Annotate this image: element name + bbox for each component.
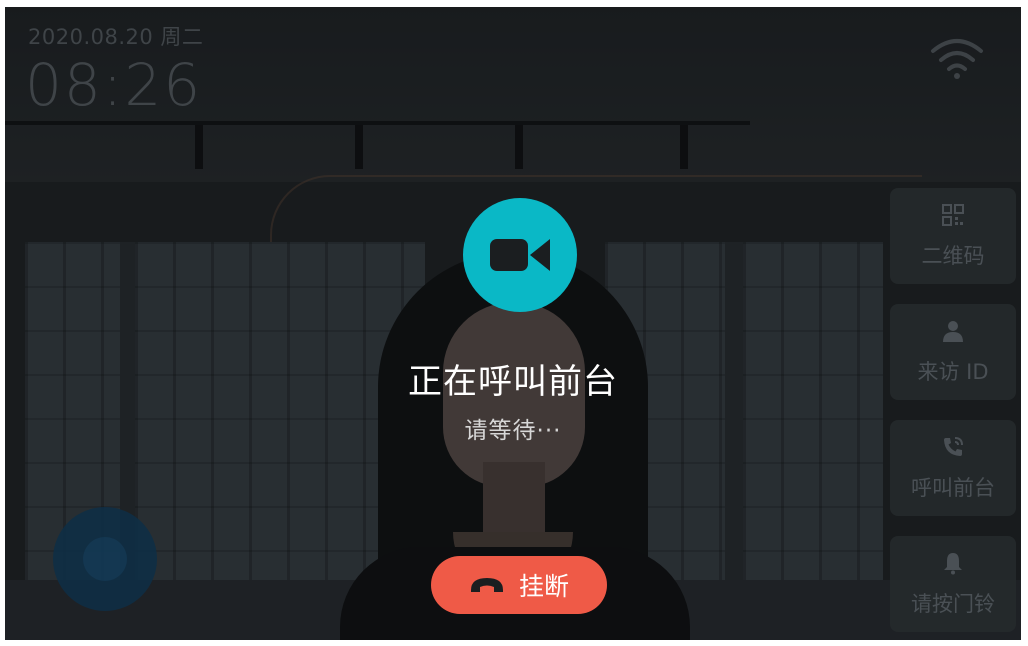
bell-icon <box>944 553 962 575</box>
menu-label: 请按门铃 <box>911 592 995 616</box>
video-camera-icon <box>490 239 550 271</box>
call-status-title: 正在呼叫前台 <box>408 362 618 402</box>
hangup-label: 挂断 <box>518 572 569 601</box>
qr-code-icon <box>942 204 964 226</box>
video-call-icon-circle <box>463 198 577 312</box>
menu-label: 二维码 <box>921 244 985 268</box>
call-status-subtitle: 请等待··· <box>464 418 562 444</box>
date-label: 2020.08.20 周二 <box>28 25 204 49</box>
menu-doorbell-button[interactable]: 请按门铃 <box>890 536 1016 632</box>
phone-hangup-icon <box>470 578 503 592</box>
hangup-button[interactable]: 挂断 <box>431 556 607 614</box>
floating-assistant-button[interactable] <box>53 507 157 611</box>
wifi-icon <box>931 39 983 79</box>
device-screen: 2020.08.20 周二 08:26 二维码 来访 ID 呼叫前台 请按门铃 … <box>5 7 1021 640</box>
user-icon <box>943 321 963 342</box>
menu-qr-code-button[interactable]: 二维码 <box>890 188 1016 284</box>
assistant-icon <box>83 537 127 581</box>
clock-label: 08:26 <box>25 51 203 119</box>
menu-label: 呼叫前台 <box>911 476 995 500</box>
